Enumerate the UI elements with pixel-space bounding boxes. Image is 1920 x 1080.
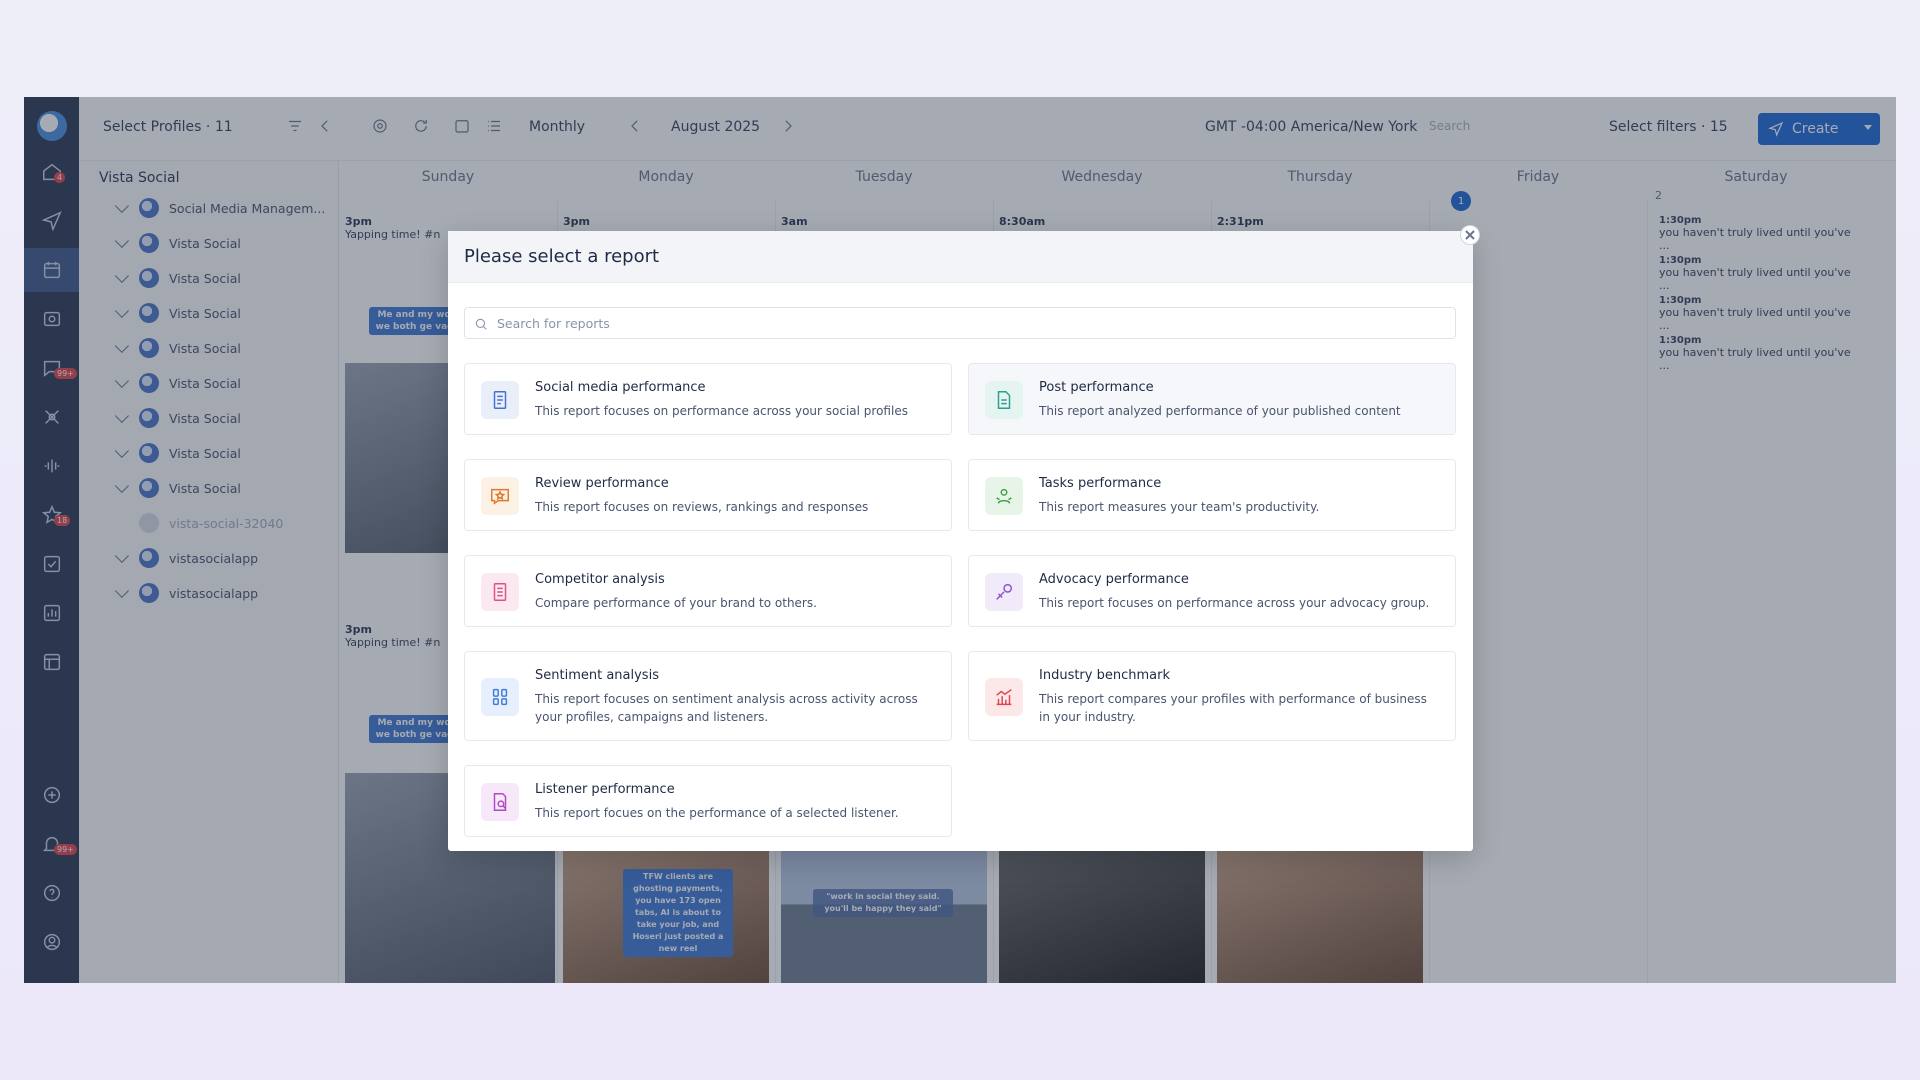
report-title: Industry benchmark (1039, 668, 1170, 683)
report-card-advocacy[interactable]: Advocacy performance This report focuses… (968, 555, 1456, 627)
social-report-icon (481, 381, 519, 419)
report-search (464, 307, 1456, 339)
report-title: Review performance (535, 476, 669, 491)
advocacy-icon (985, 573, 1023, 611)
report-card-listener[interactable]: Listener performance This report focues … (464, 765, 952, 837)
report-card-industry-benchmark[interactable]: Industry benchmark This report compares … (968, 651, 1456, 741)
report-description: This report focuses on reviews, rankings… (535, 500, 869, 514)
report-title: Sentiment analysis (535, 668, 659, 683)
report-description: This report measures your team's product… (1039, 500, 1320, 514)
report-description: This report compares your profiles with … (1039, 692, 1427, 724)
team-icon (985, 477, 1023, 515)
competitor-icon (481, 573, 519, 611)
report-description: This report focuses on performance acros… (1039, 596, 1430, 610)
sentiment-icon (481, 678, 519, 716)
report-title: Advocacy performance (1039, 572, 1189, 587)
report-title: Post performance (1039, 380, 1154, 395)
report-search-input[interactable] (497, 315, 1455, 331)
search-icon (475, 318, 487, 330)
document-icon (985, 381, 1023, 419)
report-modal: Please select a report Social media perf… (448, 225, 1480, 851)
close-button[interactable] (1460, 225, 1480, 245)
report-card-sentiment[interactable]: Sentiment analysis This report focuses o… (464, 651, 952, 741)
report-description: Compare performance of your brand to oth… (535, 596, 817, 610)
close-icon (1465, 230, 1475, 240)
report-title: Listener performance (535, 782, 675, 797)
report-title: Tasks performance (1039, 476, 1162, 491)
report-description: This report focuses on performance acros… (535, 404, 908, 418)
report-description: This report focuses on sentiment analysi… (535, 692, 918, 724)
report-card-social-media[interactable]: Social media performance This report foc… (464, 363, 952, 435)
report-card-review[interactable]: Review performance This report focuses o… (464, 459, 952, 531)
report-card-tasks[interactable]: Tasks performance This report measures y… (968, 459, 1456, 531)
report-title: Social media performance (535, 380, 706, 395)
report-title: Competitor analysis (535, 572, 665, 587)
report-card-post[interactable]: Post performance This report analyzed pe… (968, 363, 1456, 435)
modal-title: Please select a report (464, 246, 660, 267)
benchmark-icon (985, 678, 1023, 716)
listener-icon (481, 783, 519, 821)
report-card-competitor[interactable]: Competitor analysis Compare performance … (464, 555, 952, 627)
report-description: This report focues on the performance of… (535, 806, 899, 820)
report-description: This report analyzed performance of your… (1039, 404, 1401, 418)
review-star-icon (481, 477, 519, 515)
modal-header: Please select a report (448, 231, 1473, 283)
app-window: 4 99+ 18 99+ Select Profiles · 11 Monthl… (24, 97, 1896, 983)
